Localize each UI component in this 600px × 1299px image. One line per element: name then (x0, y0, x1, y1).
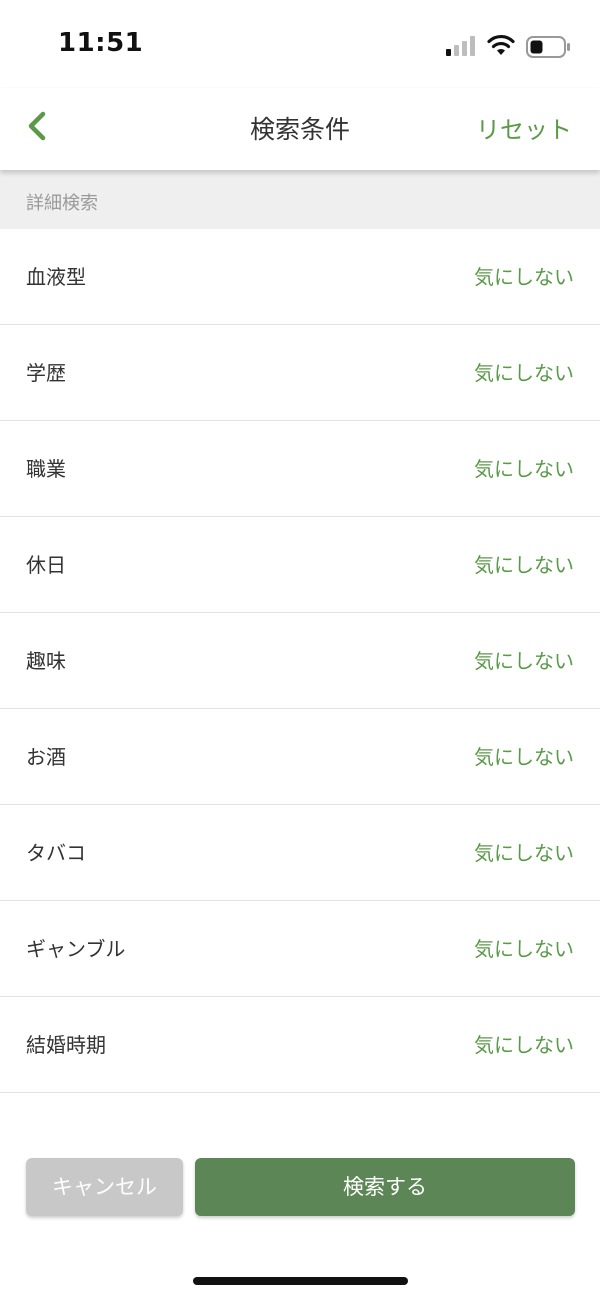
list-item-label: ギャンブル (26, 937, 126, 961)
list-item-value: 気にしない (474, 1033, 574, 1057)
bottom-action-bar: キャンセル 検索する (0, 1131, 600, 1299)
list-item-label: 結婚時期 (26, 1033, 106, 1057)
search-button[interactable]: 検索する (195, 1158, 575, 1216)
list-item-value: 気にしない (474, 553, 574, 577)
list-item-label: 趣味 (26, 649, 66, 673)
list-item-value: 気にしない (474, 937, 574, 961)
search-condition-list: 血液型 気にしない 学歴 気にしない 職業 気にしない 休日 気にしない 趣味 … (0, 229, 600, 1131)
status-bar: 11:51 (0, 0, 600, 88)
section-title: 詳細検索 (26, 193, 98, 214)
list-item-marriage-timing[interactable]: 結婚時期 気にしない (0, 997, 600, 1093)
list-item-label: 血液型 (26, 265, 86, 289)
list-item-alcohol[interactable]: お酒 気にしない (0, 709, 600, 805)
wifi-icon (487, 34, 515, 55)
list-item-gambling[interactable]: ギャンブル 気にしない (0, 901, 600, 997)
signal-icon (446, 36, 475, 56)
list-item-holiday[interactable]: 休日 気にしない (0, 517, 600, 613)
list-item-value: 気にしない (474, 745, 574, 769)
section-header: 詳細検索 (0, 170, 600, 229)
list-item-label: タバコ (26, 841, 86, 865)
list-item-value: 気にしない (474, 841, 574, 865)
list-item-education[interactable]: 学歴 気にしない (0, 325, 600, 421)
list-item-value: 気にしない (474, 265, 574, 289)
list-item-occupation[interactable]: 職業 気にしない (0, 421, 600, 517)
list-item-label: 学歴 (26, 361, 66, 385)
reset-button[interactable]: リセット (476, 110, 572, 145)
list-item-label: お酒 (26, 745, 66, 769)
list-item-value: 気にしない (474, 649, 574, 673)
battery-icon (526, 36, 570, 58)
list-item-value: 気にしない (474, 361, 574, 385)
list-item-blood-type[interactable]: 血液型 気にしない (0, 229, 600, 325)
cancel-button[interactable]: キャンセル (26, 1158, 183, 1216)
list-item-label: 職業 (26, 457, 66, 481)
list-item-label: 休日 (26, 553, 66, 577)
list-item-hobby[interactable]: 趣味 気にしない (0, 613, 600, 709)
navigation-bar: 検索条件 リセット (0, 88, 600, 170)
status-time: 11:51 (58, 28, 144, 58)
list-item-tobacco[interactable]: タバコ 気にしない (0, 805, 600, 901)
home-indicator (193, 1277, 408, 1285)
list-item-value: 気にしない (474, 457, 574, 481)
